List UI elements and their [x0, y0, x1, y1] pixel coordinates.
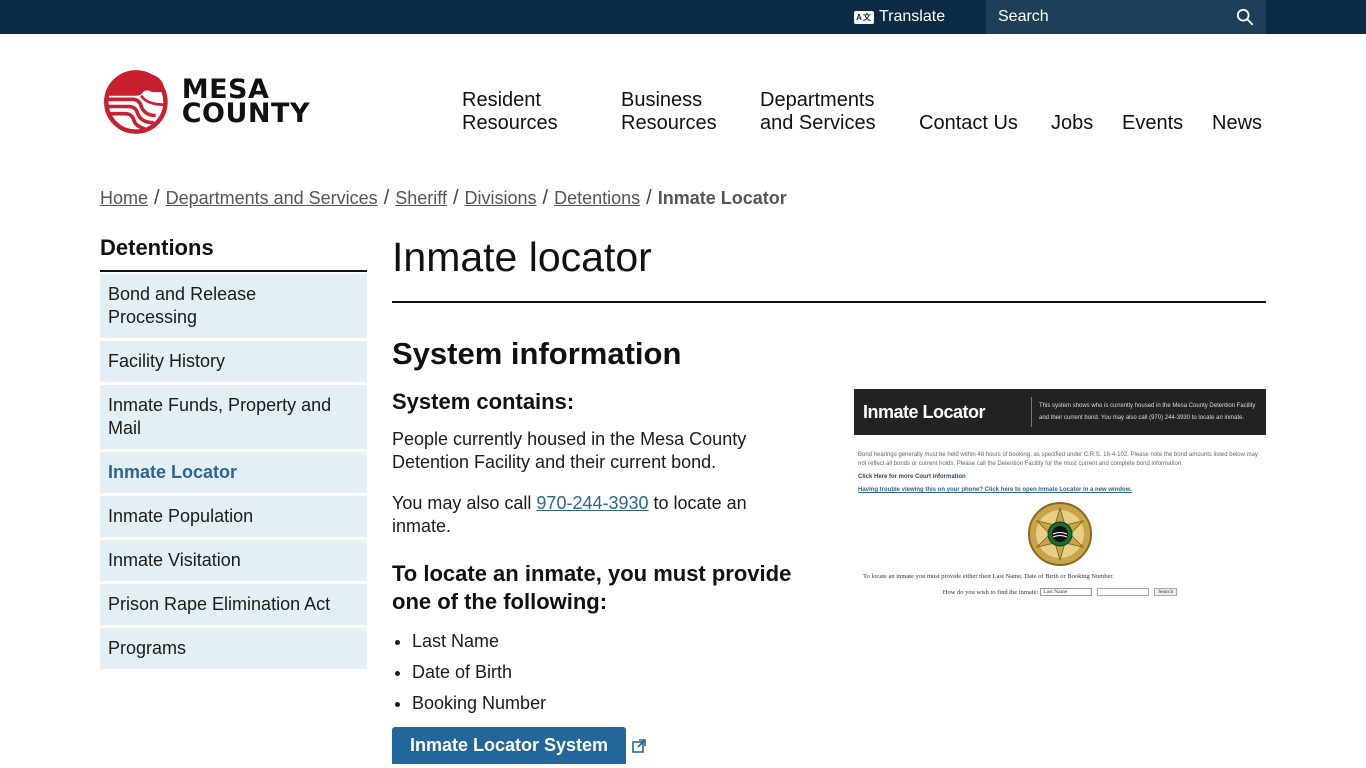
call-prefix: You may also call	[392, 493, 537, 513]
screenshot-desc: This system shows who is currently house…	[1039, 403, 1256, 421]
nav-jobs[interactable]: Jobs	[1051, 112, 1093, 135]
list-item: Date of Birth	[412, 661, 812, 684]
screenshot-title: Inmate Locator	[863, 401, 986, 422]
logo-emblem-icon	[104, 70, 168, 134]
cta-row: Inmate Locator System	[392, 727, 812, 764]
external-link-icon	[632, 739, 646, 753]
section-sidebar: Detentions Bond and Release Processing F…	[100, 235, 367, 672]
nav-label: News	[1212, 112, 1263, 134]
phone-link[interactable]: 970-244-3930	[536, 493, 648, 513]
screenshot-banner: Inmate Locator This system shows who is …	[854, 389, 1266, 435]
sidebar-item-facility-history[interactable]: Facility History	[100, 341, 367, 382]
list-item: Booking Number	[412, 692, 812, 715]
nav-label: Contact Us	[919, 112, 1018, 134]
screenshot-phone-link: Having trouble viewing this on your phon…	[858, 487, 1132, 493]
nav-label: Departments	[760, 89, 875, 111]
breadcrumb-separator: /	[452, 187, 459, 209]
requirements-heading: To locate an inmate, you must provide on…	[392, 561, 792, 614]
sidebar-item-prea[interactable]: Prison Rape Elimination Act	[100, 584, 367, 625]
contains-text: People currently housed in the Mesa Coun…	[392, 429, 747, 472]
nav-resident-resources[interactable]: Resident Resources	[462, 89, 558, 135]
sidebar-item-programs[interactable]: Programs	[100, 628, 367, 669]
screenshot-search-input	[1097, 588, 1150, 596]
sidebar-list: Bond and Release Processing Facility His…	[100, 274, 367, 669]
breadcrumb-separator: /	[383, 187, 390, 209]
nav-label: Resources	[621, 112, 717, 134]
utility-bar: A文 Translate	[0, 0, 1366, 34]
nav-departments-and-services[interactable]: Departments and Services	[760, 89, 876, 135]
breadcrumb-current: Inmate Locator	[657, 188, 787, 208]
nav-label: and Services	[760, 112, 876, 134]
nav-label: Resources	[462, 112, 558, 134]
screenshot-form: How do you wish to find the inmate: Last…	[854, 588, 1266, 596]
breadcrumb-home[interactable]: Home	[100, 188, 148, 209]
inmate-locator-screenshot: Inmate Locator This system shows who is …	[854, 389, 1266, 619]
info-column: System contains: People currently housed…	[392, 388, 812, 764]
section-title: System information	[392, 336, 682, 371]
breadcrumb-separator: /	[646, 187, 652, 209]
nav-business-resources[interactable]: Business Resources	[621, 89, 717, 135]
call-text: You may also call 970-244-3930 to locate…	[392, 492, 812, 538]
translate-label: Translate	[879, 8, 946, 25]
search-box	[986, 0, 1266, 34]
nav-label: Business	[621, 89, 703, 111]
screenshot-search-button: Search	[1154, 588, 1178, 596]
translate-icon: A文	[854, 10, 874, 24]
breadcrumb-detentions[interactable]: Detentions	[554, 188, 640, 209]
breadcrumb-departments-and-services[interactable]: Departments and Services	[166, 188, 378, 209]
screenshot-body-text: Bond hearings generally must be held wit…	[858, 452, 1258, 467]
page-title: Inmate locator	[392, 233, 1266, 303]
nav-label: Resident	[462, 89, 541, 111]
screenshot-body: Bond hearings generally must be held wit…	[854, 435, 1266, 495]
main-content: Inmate locator System information System…	[392, 233, 1266, 764]
nav-events[interactable]: Events	[1122, 112, 1183, 135]
breadcrumb-divisions[interactable]: Divisions	[465, 188, 537, 209]
breadcrumb-separator: /	[542, 187, 549, 209]
sidebar-title: Detentions	[100, 235, 367, 272]
nav-label: Jobs	[1051, 112, 1094, 134]
translate-button[interactable]: A文 Translate	[854, 0, 945, 34]
sidebar-item-inmate-population[interactable]: Inmate Population	[100, 496, 367, 537]
sidebar-item-inmate-funds[interactable]: Inmate Funds, Property and Mail	[100, 385, 367, 449]
logo-text: MESA COUNTY	[181, 76, 310, 129]
screenshot-divider	[1031, 397, 1032, 427]
nav-label: Events	[1122, 112, 1184, 134]
nav-contact-us[interactable]: Contact Us	[919, 112, 1018, 135]
breadcrumb-sheriff[interactable]: Sheriff	[395, 188, 447, 209]
search-input[interactable]	[986, 8, 1226, 26]
sheriff-badge-icon	[1028, 502, 1092, 566]
screenshot-search-type-select: Last Name	[1040, 588, 1093, 596]
sidebar-item-bond-and-release-processing[interactable]: Bond and Release Processing	[100, 274, 367, 338]
requirements-list: Last Name Date of Birth Booking Number	[392, 630, 812, 715]
sheriff-badge	[854, 501, 1266, 567]
sidebar-item-inmate-locator[interactable]: Inmate Locator	[100, 452, 367, 493]
contains-heading: System contains:	[392, 389, 575, 414]
sidebar-item-inmate-visitation[interactable]: Inmate Visitation	[100, 540, 367, 581]
screenshot-form-label: How do you wish to find the inmate:	[942, 588, 1039, 596]
mesa-county-logo[interactable]: MESA COUNTY	[100, 66, 310, 138]
breadcrumb-separator: /	[154, 187, 160, 209]
nav-news[interactable]: News	[1212, 112, 1262, 135]
breadcrumb: Home / Departments and Services / Sherif…	[100, 187, 787, 210]
list-item: Last Name	[412, 630, 812, 653]
inmate-locator-system-button[interactable]: Inmate Locator System	[392, 727, 627, 764]
screenshot-instructions: To locate an inmate you must provide eit…	[863, 573, 1114, 580]
screenshot-court-link: Click Here for more Court information	[858, 474, 966, 480]
search-icon[interactable]	[1236, 8, 1254, 26]
logo-line-2: COUNTY	[181, 98, 310, 129]
